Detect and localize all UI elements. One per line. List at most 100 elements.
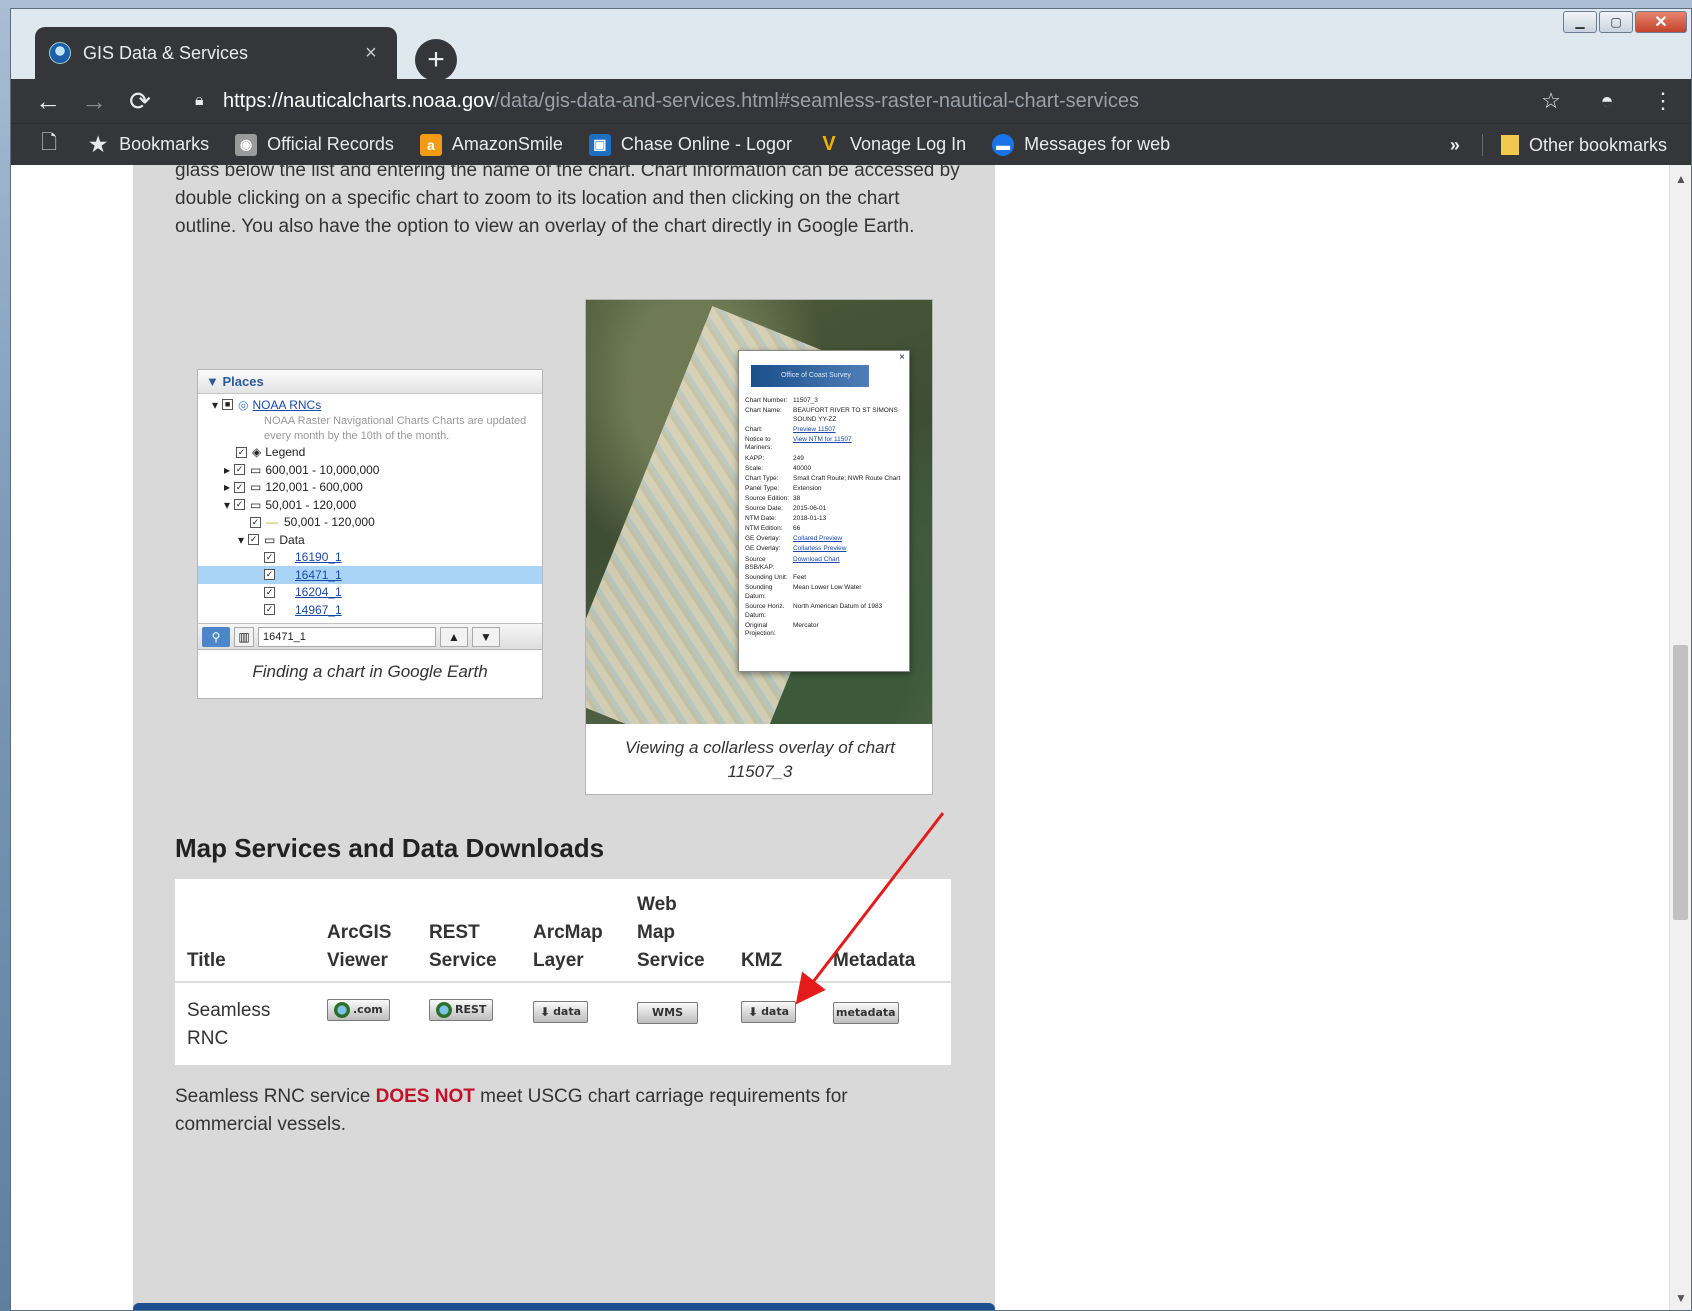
bookmark-label: Bookmarks xyxy=(119,134,210,154)
bookmarks-divider xyxy=(1481,134,1483,156)
kmz-data-button[interactable]: ⬇ data xyxy=(741,1001,797,1023)
forward-button[interactable]: → xyxy=(71,79,117,123)
tree-label: 50,001 - 120,000 xyxy=(284,515,375,530)
popup-link[interactable]: Download Chart xyxy=(793,556,903,573)
bookmark-star-icon[interactable]: ☆ xyxy=(1523,79,1579,123)
checkbox: ✓ xyxy=(264,586,275,598)
messages-icon: ▬ xyxy=(992,133,1015,156)
rest-service-button[interactable]: REST xyxy=(429,999,494,1021)
button-label: .com xyxy=(353,1003,383,1016)
popup-key: Sounding Datum: xyxy=(745,584,773,600)
browser-window: ▁ ▢ ✕ GIS Data & Services × + ← → ⟳ 🔒︎ h… xyxy=(10,8,1692,1311)
popup-key: Chart Number: xyxy=(745,397,788,404)
chart-link: 16471_1 xyxy=(295,567,342,582)
popup-row: Original Projection: Mercator xyxy=(745,622,903,639)
figure-collarless-overlay: × Office of Coast Survey Chart Number: 11… xyxy=(585,299,933,795)
bookmark-bookmarks[interactable]: ★ Bookmarks xyxy=(87,134,209,156)
popup-value: 66 xyxy=(793,525,801,533)
tree-row: ✓ ◈ Legend xyxy=(212,444,542,462)
tab-gis-data-services[interactable]: GIS Data & Services × xyxy=(35,27,397,79)
popup-row: Source Edition: 38 xyxy=(745,495,903,504)
back-button[interactable]: ← xyxy=(25,79,71,123)
popup-link[interactable]: Collared Preview xyxy=(793,535,903,544)
button-label: metadata xyxy=(836,1006,896,1019)
col-rest-service: REST Service xyxy=(417,879,521,983)
tab-strip: GIS Data & Services × + xyxy=(11,9,1691,81)
checkbox: ✓ xyxy=(248,534,260,546)
popup-value: Feet xyxy=(793,574,807,582)
popup-link[interactable]: View NTM for 11507 xyxy=(793,436,903,453)
address-bar[interactable]: 🔒︎ https://nauticalcharts.noaa.gov/data/… xyxy=(195,83,1523,119)
arcmap-layer-button[interactable]: ⬇ data xyxy=(533,1001,589,1023)
bookmark-label: Chase Online - Logor xyxy=(620,134,792,154)
globe-icon xyxy=(436,1002,452,1018)
popup-key: Source Horiz. Datum: xyxy=(745,602,785,619)
amazon-icon: a xyxy=(419,133,442,156)
legend-icon: ◈ xyxy=(252,445,262,460)
popup-value: Mercator xyxy=(793,621,819,629)
popup-link[interactable]: Preview 11507 xyxy=(793,426,903,435)
footer-band xyxy=(133,1303,995,1310)
tree-row: ✓ — 50,001 - 120,000 xyxy=(212,514,542,532)
globe-icon xyxy=(334,1002,350,1018)
globe-icon: ◎ xyxy=(238,397,249,412)
table-header-row: Title ArcGIS Viewer REST Service ArcMap … xyxy=(175,879,951,983)
popup-value: 11507_3 xyxy=(793,397,818,404)
folder-icon xyxy=(1500,135,1519,155)
metadata-button[interactable]: metadata xyxy=(833,1002,899,1024)
cell-wms: WMS xyxy=(625,982,729,1065)
checkbox: ✓ xyxy=(250,516,261,528)
noaa-favicon-icon xyxy=(49,42,71,64)
vertical-scrollbar[interactable]: ▲ ▼ xyxy=(1669,165,1691,1310)
note-text: Seamless RNC service xyxy=(175,1086,376,1107)
page-icon[interactable]: 🗋︎ xyxy=(41,128,57,162)
tab-close-icon[interactable]: × xyxy=(359,42,383,65)
new-tab-button[interactable]: + xyxy=(415,39,457,81)
popup-key: Notice to Mariners: xyxy=(745,435,773,452)
bookmark-vonage[interactable]: V Vonage Log In xyxy=(818,133,966,156)
popup-value: Small Craft Route; NWR Route Chart xyxy=(793,474,901,482)
popup-link[interactable]: Collarless Preview xyxy=(793,545,903,554)
figure-caption: Viewing a collarless overlay of chart 11… xyxy=(625,738,895,781)
checkbox: ✓ xyxy=(264,551,275,563)
button-label: REST xyxy=(455,1003,487,1016)
tree-root-desc: NOAA Raster Navigational Charts Charts a… xyxy=(212,414,530,444)
reload-button[interactable]: ⟳ xyxy=(117,79,163,123)
scroll-down-icon[interactable]: ▼ xyxy=(1670,1288,1691,1308)
other-bookmarks[interactable]: Other bookmarks xyxy=(1529,135,1667,156)
col-web-map-service: Web Map Service xyxy=(625,879,729,983)
popup-row: Sounding Unit: Feet xyxy=(745,574,903,583)
bookmark-messages[interactable]: ▬ Messages for web xyxy=(992,133,1170,156)
menu-kebab-icon[interactable]: ⋮ xyxy=(1635,79,1691,123)
scroll-up-icon[interactable]: ▲ xyxy=(1670,169,1691,189)
folder-open-icon: ▭ xyxy=(250,497,262,512)
bookmark-chase[interactable]: ▣ Chase Online - Logor xyxy=(588,133,792,156)
popup-row: Panel Type: Extension xyxy=(745,485,903,494)
root-link: NOAA RNCs xyxy=(252,397,322,412)
magnifier-icon: ⚲ xyxy=(202,626,230,647)
tree-row: ▾ ✓ ▭ 50,001 - 120,000 xyxy=(224,497,357,512)
places-search-field: 16471_1 xyxy=(258,626,436,647)
popup-key: Chart Name: xyxy=(745,407,782,415)
chart-row: ✓ 14967_1 xyxy=(198,601,542,619)
records-icon: ◉ xyxy=(235,133,258,156)
browser-toolbar: ← → ⟳ 🔒︎ https://nauticalcharts.noaa.gov… xyxy=(11,79,1691,123)
url-host: https://nauticalcharts.noaa.gov xyxy=(223,89,495,112)
arcgis-viewer-button[interactable]: .com xyxy=(327,999,390,1021)
bookmarks-overflow-chevron-icon[interactable]: » xyxy=(1450,135,1460,156)
popup-key: Original Projection: xyxy=(745,621,776,638)
scroll-thumb[interactable] xyxy=(1673,645,1688,920)
wms-button[interactable]: WMS xyxy=(637,1002,699,1024)
popup-row: Chart Type: Small Craft Route; NWR Route … xyxy=(745,475,903,484)
popup-value: BEAUFORT RIVER TO ST SIMONS SOUND YY-ZZ xyxy=(793,407,898,423)
checkbox: ■ xyxy=(222,399,234,411)
incognito-icon[interactable]: ◓ xyxy=(1579,79,1635,123)
bookmark-amazonsmile[interactable]: a AmazonSmile xyxy=(419,133,563,156)
chart-row: ✓ 16190_1 xyxy=(198,549,542,567)
tree-label: 50,001 - 120,000 xyxy=(265,497,357,512)
bookmark-official-records[interactable]: ◉ Official Records xyxy=(235,133,394,156)
row-title: Seamless RNC xyxy=(187,1000,271,1049)
popup-row: NTM Date: 2018-01-13 xyxy=(745,515,903,524)
tree-label: Legend xyxy=(265,445,306,460)
bookmark-label: AmazonSmile xyxy=(451,134,563,154)
